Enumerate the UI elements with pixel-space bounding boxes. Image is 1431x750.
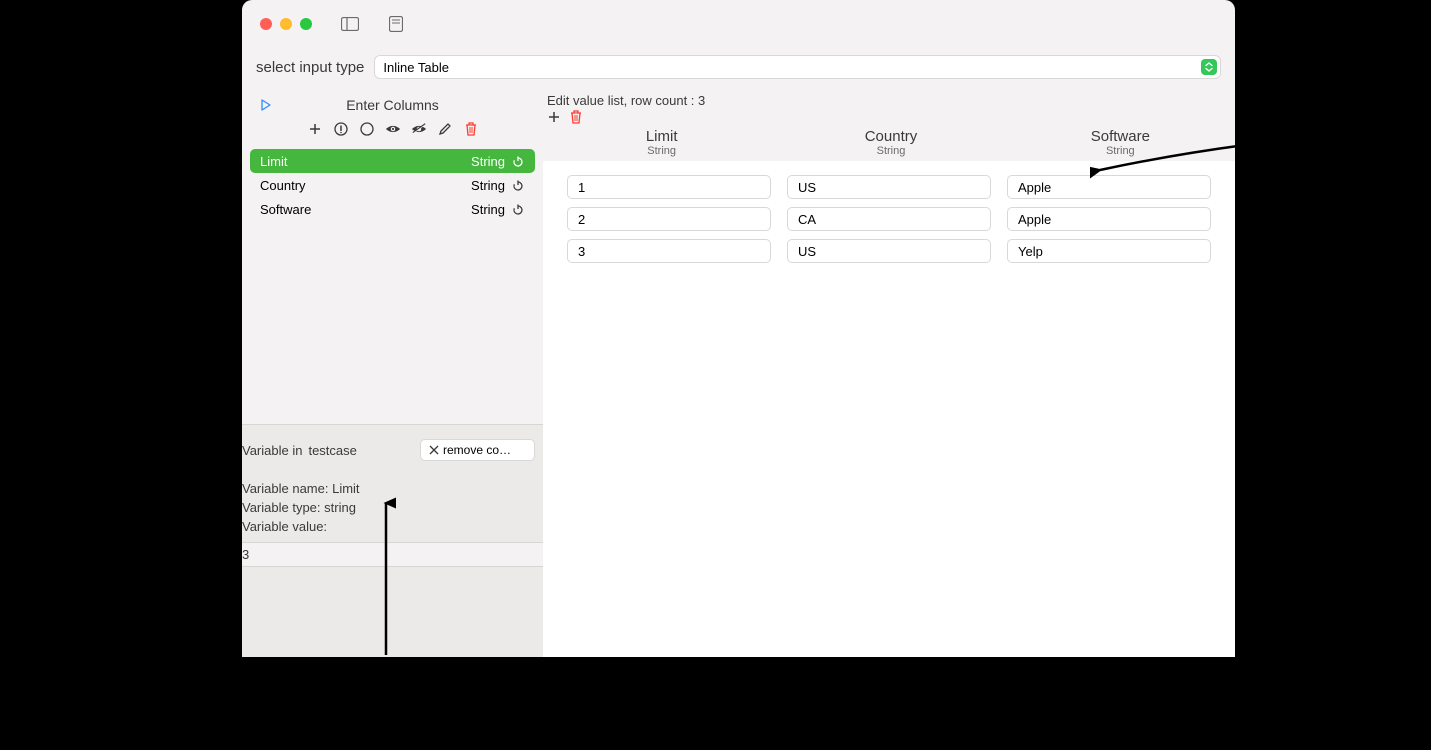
panel-icon[interactable] (386, 16, 406, 32)
table-body: 1 US Apple 2 CA Apple 3 US Yelp (543, 161, 1235, 657)
value-list-header: Edit value list, row count : 3 Limit Str… (543, 93, 1235, 161)
column-item-limit[interactable]: Limit String (250, 149, 535, 173)
power-icon (511, 154, 525, 168)
info-icon[interactable] (333, 121, 349, 137)
column-item-software[interactable]: Software String (250, 197, 535, 221)
column-item-country[interactable]: Country String (250, 173, 535, 197)
add-column-icon[interactable] (307, 121, 323, 137)
variable-value: 3 (242, 547, 249, 562)
table-cell[interactable]: Apple (1007, 175, 1211, 199)
table-header-limit: Limit String (555, 128, 768, 157)
power-icon (511, 178, 525, 192)
table-col-name: Country (865, 128, 918, 145)
delete-column-icon[interactable] (463, 121, 479, 137)
titlebar (242, 0, 1235, 47)
variable-scope-value: testcase (308, 443, 356, 458)
table-header-country: Country String (784, 128, 997, 157)
table-col-name: Software (1091, 128, 1150, 145)
table-cell[interactable]: 1 (567, 175, 771, 199)
cell-value: US (798, 244, 816, 259)
column-type: String (471, 178, 505, 193)
table-cell[interactable]: Yelp (1007, 239, 1211, 263)
cell-value: Apple (1018, 180, 1051, 195)
input-type-label: select input type (256, 59, 364, 76)
column-name: Software (260, 202, 465, 217)
table-col-type: String (647, 145, 676, 157)
cell-value: Apple (1018, 212, 1051, 227)
table-cell[interactable]: 2 (567, 207, 771, 231)
cell-value: CA (798, 212, 816, 227)
eye-icon[interactable] (385, 121, 401, 137)
app-window: select input type Inline Table Enter Col… (242, 0, 1235, 657)
cell-value: 3 (578, 244, 585, 259)
add-row-icon[interactable] (547, 110, 561, 124)
table-cell[interactable]: 3 (567, 239, 771, 263)
variable-value-label: Variable value: (242, 517, 543, 536)
table-row: 2 CA Apple (567, 207, 1211, 231)
table-row: 3 US Yelp (567, 239, 1211, 263)
table-col-type: String (877, 145, 906, 157)
table-col-name: Limit (646, 128, 678, 145)
variable-name-label: Variable name: Limit (242, 479, 543, 498)
row-toolbar (547, 110, 1227, 128)
select-chevrons-icon (1201, 59, 1217, 75)
variable-value-row[interactable]: 3 (242, 542, 543, 567)
column-name: Country (260, 178, 465, 193)
circle-icon[interactable] (359, 121, 375, 137)
power-icon (511, 202, 525, 216)
window-close-button[interactable] (260, 18, 272, 30)
close-icon (429, 445, 439, 455)
columns-toolbar (242, 113, 543, 145)
table-cell[interactable]: Apple (1007, 207, 1211, 231)
sidebar-toggle-icon[interactable] (340, 16, 360, 32)
traffic-lights (260, 18, 312, 30)
edit-icon[interactable] (437, 121, 453, 137)
table-cell[interactable]: US (787, 239, 991, 263)
input-type-value: Inline Table (383, 60, 1201, 75)
cell-value: 1 (578, 180, 585, 195)
edit-value-label: Edit value list, row count : 3 (547, 93, 1227, 110)
column-type: String (471, 202, 505, 217)
remove-label: remove co… (443, 443, 511, 457)
table-col-type: String (1106, 145, 1135, 157)
variable-scope-label: Variable in (242, 443, 302, 458)
remove-column-button[interactable]: remove co… (420, 439, 535, 461)
table-header-software: Software String (1014, 128, 1227, 157)
input-type-select[interactable]: Inline Table (374, 55, 1221, 79)
column-list: Limit String Country String Software Str… (242, 149, 543, 221)
columns-panel: Enter Columns Limit String (242, 93, 543, 657)
table-row: 1 US Apple (567, 175, 1211, 199)
delete-row-icon[interactable] (569, 110, 583, 124)
variable-type-label: Variable type: string (242, 498, 543, 517)
window-zoom-button[interactable] (300, 18, 312, 30)
table-cell[interactable]: US (787, 175, 991, 199)
main-content: Enter Columns Limit String (242, 93, 1235, 657)
column-name: Limit (260, 154, 465, 169)
window-minimize-button[interactable] (280, 18, 292, 30)
column-type: String (471, 154, 505, 169)
table-header-row: Limit String Country String Software Str… (547, 128, 1227, 157)
columns-title: Enter Columns (272, 97, 543, 113)
run-icon[interactable] (242, 99, 272, 111)
cell-value: 2 (578, 212, 585, 227)
cell-value: Yelp (1018, 244, 1043, 259)
value-list-panel: Edit value list, row count : 3 Limit Str… (543, 93, 1235, 657)
table-cell[interactable]: CA (787, 207, 991, 231)
eye-slash-icon[interactable] (411, 121, 427, 137)
variable-details: Variable name: Limit Variable type: stri… (242, 479, 543, 536)
variable-panel: Variable in testcase remove co… Variable… (242, 424, 543, 657)
columns-header: Enter Columns (242, 93, 543, 149)
input-type-toolbar: select input type Inline Table (242, 47, 1235, 93)
cell-value: US (798, 180, 816, 195)
